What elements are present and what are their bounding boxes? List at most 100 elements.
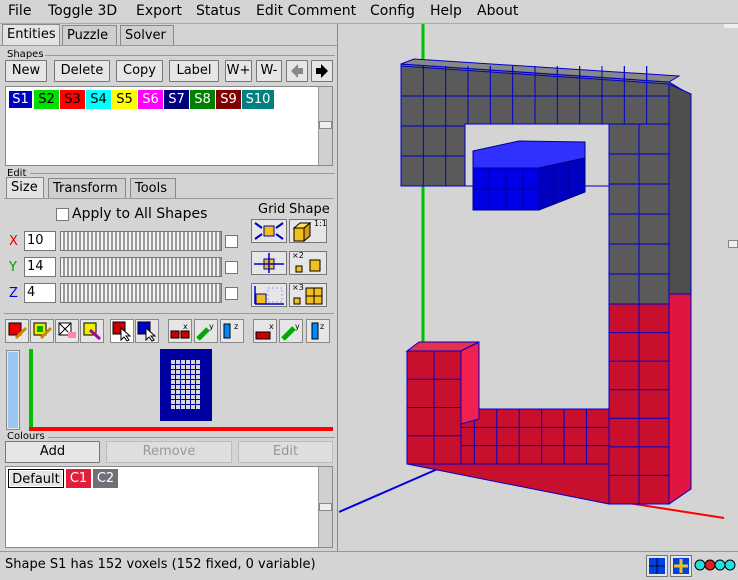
select-tool[interactable] [110,319,134,343]
brush-tool[interactable] [80,319,104,343]
dim-x-link-checkbox[interactable] [225,235,238,248]
new-shape-button[interactable]: New [5,60,47,82]
weight-minus-button[interactable]: W- [256,60,282,82]
column-y-icon: y [281,322,300,341]
eraser-tool[interactable] [55,319,79,343]
svg-text:x: x [269,322,274,331]
edit-colour-button[interactable]: Edit [238,441,333,463]
column-y-tool[interactable]: y [279,319,303,343]
tab-entities[interactable]: Entities [2,24,60,46]
tab-puzzle[interactable]: Puzzle [62,25,117,46]
dim-x-input[interactable]: 10 [24,231,56,251]
grid-min-button[interactable] [251,283,287,307]
dim-y-slider[interactable] [60,257,222,277]
arrow-left-button[interactable] [286,60,308,82]
menu-help[interactable]: Help [430,3,462,19]
tab-transform[interactable]: Transform [48,178,126,199]
shape-swatch-s1[interactable]: S1 [7,89,34,110]
varpen-tool[interactable] [30,319,54,343]
shape-scale-3-button[interactable]: ×3 [289,283,327,307]
tab-tools[interactable]: Tools [130,178,176,199]
shape-swatch-s10[interactable]: S10 [242,90,274,109]
copy-shape-button[interactable]: Copy [116,60,163,82]
delete-shape-button[interactable]: Delete [54,60,110,82]
select-group-tool[interactable] [135,319,159,343]
dim-z-link-checkbox[interactable] [225,287,238,300]
mirror-y-icon: y [196,322,214,341]
menu-edit-comment[interactable]: Edit Comment [256,3,356,19]
shape-list-scrollbar[interactable] [318,87,332,165]
color-mode-icon[interactable] [694,558,736,572]
view-mode-cross-button[interactable] [670,555,692,577]
layer-editor[interactable] [5,349,333,431]
column-x-icon: x [255,322,274,340]
colour-list-scrollbar[interactable] [318,467,332,547]
menu-config[interactable]: Config [370,3,415,19]
dim-x-slider[interactable] [60,231,222,251]
status-text: Shape S1 has 152 voxels (152 fixed, 0 va… [5,557,316,572]
shape-swatch-s9[interactable]: S9 [216,90,241,109]
grid-fit-button[interactable] [251,219,287,243]
shape-swatch-s3[interactable]: S3 [60,90,85,109]
shape-scale-1-button[interactable]: 1:1 [289,219,327,243]
menu-toggle-3d[interactable]: Toggle 3D [48,3,117,19]
dim-y-link-checkbox[interactable] [225,261,238,274]
grid-center-button[interactable] [251,251,287,275]
menu-status[interactable]: Status [196,3,241,19]
column-x-tool[interactable]: x [253,319,277,343]
edit-tab-baseline [4,198,334,199]
tab-solver[interactable]: Solver [120,25,174,46]
3d-viewport[interactable] [338,24,738,551]
shape-scale-2-button[interactable]: ×2 [289,251,327,275]
view-mode-normal-button[interactable] [646,555,668,577]
shape-swatch-s6[interactable]: S6 [138,90,163,109]
dim-z-slider[interactable] [60,283,222,303]
shape-swatch-s8[interactable]: S8 [190,90,215,109]
weight-plus-button[interactable]: W+ [225,60,252,82]
color-pen-tool[interactable] [5,319,29,343]
dim-y-label: Y [9,260,17,275]
label-shape-button[interactable]: Label [169,60,219,82]
mirror-z-tool[interactable]: z [220,319,244,343]
menu-export[interactable]: Export [136,3,182,19]
add-colour-button[interactable]: Add [5,441,100,463]
arrow-right-button[interactable] [311,60,333,82]
color-pen-icon [8,322,28,340]
remove-colour-button[interactable]: Remove [106,441,232,463]
colour-swatch-default[interactable]: Default [8,469,64,488]
mirror-y-tool[interactable]: y [194,319,218,343]
scale-3-label: ×3 [292,283,304,292]
menu-file[interactable]: File [8,3,31,19]
apply-all-label: Apply to All Shapes [72,206,208,222]
shape-swatch-s7[interactable]: S7 [164,90,189,109]
3d-scene [338,24,725,519]
cross-view-icon [673,558,689,574]
shapes-group-label: Shapes [7,49,44,60]
status-bar: Shape S1 has 152 voxels (152 fixed, 0 va… [0,551,738,578]
tab-size[interactable]: Size [6,177,44,199]
shapes-separator [45,55,335,56]
dim-z-input[interactable]: 4 [24,283,56,303]
edit-separator [30,173,335,174]
shape-swatch-s5[interactable]: S5 [112,90,137,109]
x-axis-line [29,427,333,431]
viewport-scroll-thumb[interactable] [728,240,738,248]
puzzle-frame [400,58,692,505]
dim-y-input[interactable]: 14 [24,257,56,277]
varpen-icon [33,322,53,340]
brush-icon [83,322,102,341]
select-icon [112,321,132,342]
layer-grid[interactable] [160,349,212,421]
colour-swatch-c2[interactable]: C2 [93,469,118,488]
colour-swatch-c1[interactable]: C1 [66,469,91,488]
mirror-x-tool[interactable]: x [168,319,192,343]
svg-text:y: y [295,322,300,331]
column-z-tool[interactable]: z [306,319,330,343]
menu-about[interactable]: About [477,3,518,19]
layer-slider[interactable] [6,350,20,430]
column-z-icon: z [311,322,324,340]
apply-all-checkbox[interactable] [56,208,69,221]
shape-swatch-s4[interactable]: S4 [86,90,111,109]
dim-x-label: X [9,234,18,249]
shape-swatch-s2[interactable]: S2 [34,90,59,109]
